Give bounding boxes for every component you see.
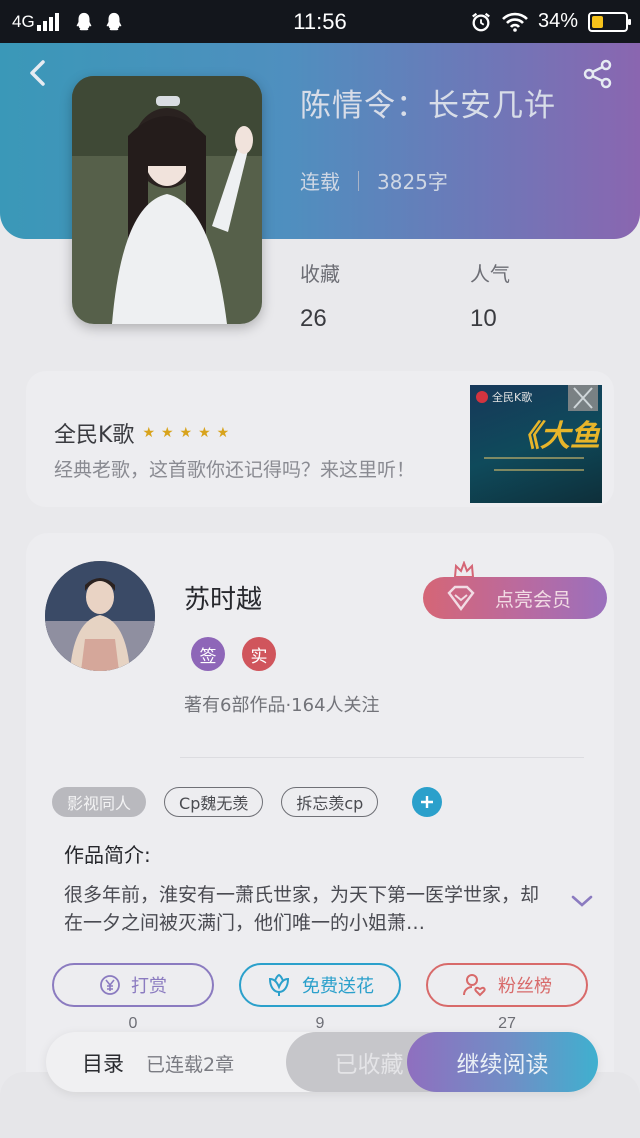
meta-divider — [358, 170, 359, 191]
vip-button-label: 点亮会员 — [495, 588, 572, 611]
ad-description: 经典老歌，这首歌你还记得吗？来这里听！ — [54, 459, 416, 481]
fan-count: 27 — [498, 1015, 516, 1032]
tag-chip[interactable]: 影视同人 — [52, 787, 147, 817]
favorites-stat: 收藏 26 — [300, 258, 340, 333]
signed-badge: 签 — [191, 637, 225, 671]
fan-ranking-label: 粉丝榜 — [498, 976, 552, 997]
reward-button-label: 打赏 — [131, 976, 167, 997]
qq-notification-icon — [76, 12, 92, 30]
word-count: 3825字 — [377, 170, 448, 194]
popularity-stat: 人气 10 — [470, 258, 510, 333]
intro-title: 作品简介: — [64, 843, 151, 867]
author-works-info: 著有6部作品·164人关注 — [184, 695, 380, 716]
battery-icon — [588, 11, 631, 32]
author-card: 苏时越 签 实 著有6部作品·164人关注 点亮会员 影视同人 Cp魏无羡 拆忘… — [26, 533, 614, 1093]
ad-rating-stars: ★★★★★ — [142, 425, 236, 441]
book-meta: 连载 3825字 — [300, 166, 448, 195]
diamond-icon — [447, 585, 475, 611]
ad-app-name: 全民K歌 ★★★★★ — [54, 417, 235, 449]
plus-icon — [421, 796, 434, 808]
flower-count: 9 — [315, 1015, 325, 1032]
intro-text: 很多年前，淮安有一萧氏世家，为天下第一医学世家，却在一夕之间被灭满门，他们唯一的… — [64, 884, 540, 934]
ad-card[interactable]: 全民K歌 ★★★★★ 经典老歌，这首歌你还记得吗？来这里听！ 全民K歌 《大鱼 — [26, 371, 614, 507]
alarm-icon — [472, 12, 490, 31]
table-of-contents-button[interactable]: 目录 — [82, 1048, 124, 1078]
verified-badge: 实 — [242, 637, 276, 671]
yuan-icon — [100, 975, 120, 995]
share-icon — [583, 59, 612, 89]
popularity-label: 人气 — [470, 262, 510, 286]
ad-close-button[interactable] — [568, 385, 598, 411]
ad-app-name-text: 全民K歌 — [54, 423, 135, 448]
send-flower-button[interactable]: 免费送花 — [239, 963, 401, 1007]
avatar-illustration — [45, 561, 155, 671]
user-heart-icon — [463, 974, 486, 997]
tag-chip[interactable]: 拆忘羡cp — [281, 787, 379, 817]
reward-count: 0 — [128, 1015, 138, 1032]
add-tag-button[interactable] — [412, 787, 443, 817]
popularity-value: 10 — [470, 305, 497, 332]
book-title: 陈情令：长安几许 — [300, 88, 556, 124]
author-name[interactable]: 苏时越 — [184, 579, 262, 616]
send-flower-label: 免费送花 — [302, 976, 374, 997]
reward-button[interactable]: 打赏 — [52, 963, 214, 1007]
share-button[interactable] — [582, 58, 614, 90]
chevron-down-icon — [571, 895, 593, 907]
status-bar: 4G 11:56 34% — [0, 0, 640, 43]
chevron-left-icon — [30, 60, 45, 86]
network-type: 4G — [12, 11, 35, 31]
battery-percent: 34% — [537, 10, 578, 32]
favorites-value: 26 — [300, 305, 327, 332]
ad-thumb-brand: 全民K歌 — [476, 389, 532, 405]
book-cover-image[interactable] — [72, 76, 262, 324]
ad-thumb-text-line — [484, 457, 584, 459]
vip-button[interactable]: 点亮会员 — [423, 577, 607, 619]
tag-chip[interactable]: Cp魏无羡 — [164, 787, 264, 817]
author-avatar[interactable] — [45, 561, 155, 671]
serial-chapter-count: 已连载2章 — [146, 1054, 235, 1076]
ad-thumb-headline: 《大鱼 — [510, 419, 600, 454]
continue-reading-button[interactable]: 继续阅读 — [407, 1032, 598, 1092]
wifi-icon — [502, 12, 528, 32]
close-icon — [573, 387, 593, 409]
serial-status: 连载 — [300, 170, 340, 194]
flower-icon — [268, 973, 290, 996]
tag-list: 影视同人 Cp魏无羡 拆忘羡cp — [52, 787, 443, 817]
favorites-label: 收藏 — [300, 262, 340, 286]
cover-illustration — [72, 76, 262, 324]
fan-ranking-button[interactable]: 粉丝榜 — [426, 963, 588, 1007]
expand-intro-button[interactable] — [570, 893, 594, 912]
qq-notification-icon — [106, 12, 122, 30]
section-divider — [180, 757, 584, 758]
bottom-action-bar: 目录 已连载2章 已收藏 继续阅读 — [46, 1032, 598, 1092]
back-button[interactable] — [24, 58, 50, 88]
signal-icon — [36, 12, 59, 31]
ad-thumb-text-line — [494, 469, 584, 471]
